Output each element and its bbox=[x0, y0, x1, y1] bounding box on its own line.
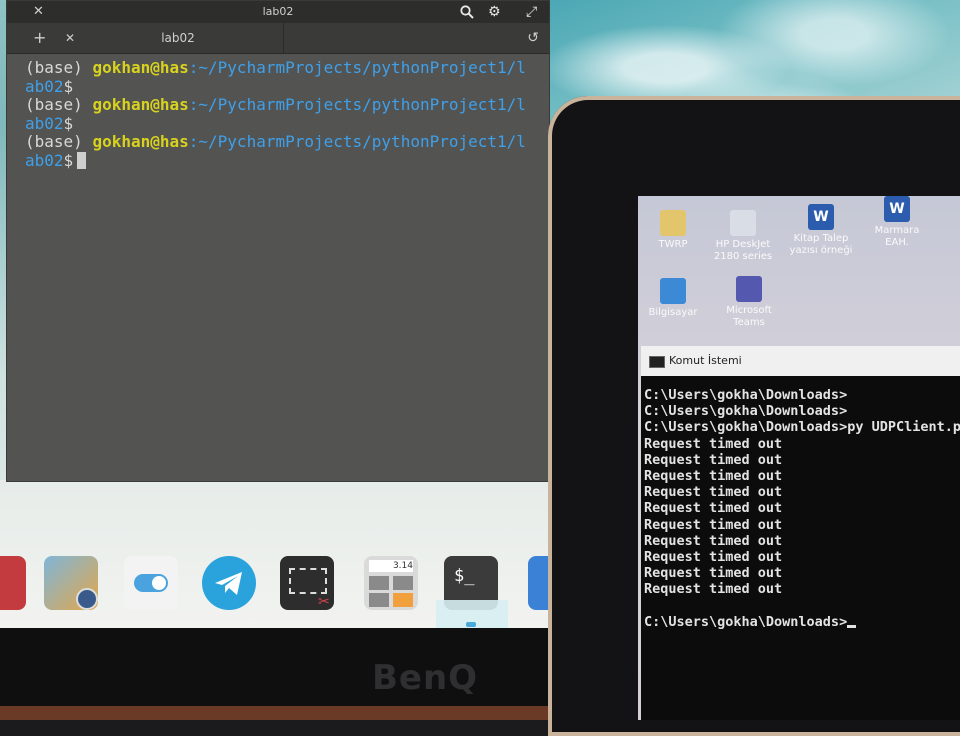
terminal-tabbar: + ✕ lab02 ↺ bbox=[7, 23, 549, 54]
cmd-line: C:\Users\gokha\Downloads>py UDPClient.py bbox=[644, 419, 960, 436]
desktop-icon-label: Marmara EAH. bbox=[874, 225, 920, 248]
cmd-title: Komut İstemi bbox=[669, 354, 742, 367]
cmd-line: Request timed out bbox=[644, 581, 783, 598]
scissors-icon: ✂ bbox=[318, 594, 330, 610]
dock-active-dot bbox=[466, 622, 476, 627]
calculator-display: 3.14 bbox=[369, 560, 413, 572]
dock-telegram[interactable] bbox=[202, 556, 256, 610]
tab-close-icon[interactable]: ✕ bbox=[65, 23, 75, 53]
toggle-icon bbox=[134, 574, 168, 592]
cmd-line: Request timed out bbox=[644, 435, 783, 452]
dock-calculator[interactable]: 3.14 bbox=[364, 556, 418, 610]
desk-surface bbox=[0, 706, 560, 720]
desktop-icon-twrp[interactable]: TWRP bbox=[638, 210, 708, 251]
desktop-icon-bilgisayar[interactable]: Bilgisayar bbox=[638, 278, 708, 319]
desktop-icon-label: Bilgisayar bbox=[648, 307, 698, 318]
console-icon bbox=[649, 356, 665, 368]
add-tab-icon[interactable]: + bbox=[33, 23, 46, 53]
terminal-titlebar[interactable]: ✕ lab02 ⚙ ⤢ bbox=[7, 1, 549, 23]
telegram-icon bbox=[215, 572, 242, 595]
terminal-line: (base) gokhan@has:~/PycharmProjects/pyth… bbox=[25, 58, 526, 77]
dock-screenshot[interactable]: ✂ bbox=[280, 556, 334, 610]
cmd-line: Request timed out bbox=[644, 468, 783, 485]
cmd-line: Request timed out bbox=[644, 549, 783, 566]
cmd-line: Request timed out bbox=[644, 532, 783, 549]
desktop-icon-teams[interactable]: Microsoft Teams bbox=[714, 276, 784, 329]
cmd-line: C:\Users\gokha\Downloads> bbox=[644, 403, 848, 420]
folder-icon bbox=[660, 210, 686, 236]
word-document-icon: W bbox=[808, 204, 834, 230]
desktop-icon-marmara[interactable]: W Marmara EAH. bbox=[862, 196, 932, 249]
terminal-line: (base) gokhan@has:~/PycharmProjects/pyth… bbox=[25, 132, 526, 151]
tab-label: lab02 bbox=[161, 31, 195, 45]
maximize-icon[interactable]: ⤢ bbox=[526, 1, 537, 23]
monitor-brand: BenQ bbox=[372, 658, 479, 698]
cmd-line: Request timed out bbox=[644, 484, 783, 501]
printer-icon bbox=[730, 210, 756, 236]
text-cursor bbox=[77, 151, 87, 169]
cmd-line: Request timed out bbox=[644, 516, 783, 533]
cmd-line: C:\Users\gokha\Downloads> bbox=[644, 387, 848, 403]
dock-photo-viewer[interactable] bbox=[44, 556, 98, 610]
desktop-icon-label: HP DeskJet 2180 series bbox=[713, 239, 773, 262]
desktop-icon-label: Kitap Talep yazısı örneği bbox=[789, 233, 853, 256]
teams-icon bbox=[736, 276, 762, 302]
terminal-output[interactable]: (base) gokhan@has:~/PycharmProjects/pyth… bbox=[7, 54, 549, 170]
history-icon[interactable]: ↺ bbox=[527, 23, 539, 53]
screenshot-icon bbox=[289, 568, 327, 594]
desktop-icon-hp-deskjet[interactable]: HP DeskJet 2180 series bbox=[708, 210, 778, 263]
desktop-icon-kitap-talep[interactable]: W Kitap Talep yazısı örneği bbox=[786, 204, 856, 257]
tab-lab02[interactable]: ✕ lab02 bbox=[53, 23, 284, 53]
cmd-titlebar[interactable]: Komut İstemi bbox=[641, 346, 960, 376]
cmd-line: Request timed out bbox=[644, 500, 783, 517]
computer-icon bbox=[660, 278, 686, 304]
tablet-screen: TWRP HP DeskJet 2180 series W Kitap Tale… bbox=[638, 196, 960, 720]
desktop-icon-label: Microsoft Teams bbox=[726, 305, 772, 328]
terminal-line: ab02$ bbox=[25, 113, 74, 133]
text-cursor bbox=[847, 624, 857, 628]
camera-icon bbox=[76, 588, 98, 610]
cmd-output[interactable]: C:\Users\gokha\Downloads> C:\Users\gokha\… bbox=[641, 376, 960, 630]
terminal-line: ab02$ bbox=[25, 151, 549, 171]
word-document-icon: W bbox=[884, 196, 910, 222]
dock-app-partial[interactable] bbox=[0, 556, 26, 610]
gear-icon[interactable]: ⚙ bbox=[488, 1, 501, 23]
desktop-icon-label: TWRP bbox=[658, 239, 688, 250]
cmd-line: Request timed out bbox=[644, 565, 783, 582]
cmd-line: Request timed out bbox=[644, 451, 783, 468]
terminal-window[interactable]: ✕ lab02 ⚙ ⤢ + ✕ lab02 ↺ (base) gokhan@ha… bbox=[6, 0, 550, 482]
terminal-line: (base) gokhan@has:~/PycharmProjects/pyth… bbox=[25, 95, 526, 114]
cmd-line: C:\Users\gokha\Downloads> bbox=[644, 614, 960, 630]
cmd-line bbox=[644, 598, 960, 614]
dock-settings-toggle[interactable] bbox=[124, 556, 178, 610]
terminal-line: ab02$ bbox=[25, 76, 74, 96]
command-prompt-window[interactable]: Komut İstemi C:\Users\gokha\Downloads> C:… bbox=[641, 346, 960, 720]
